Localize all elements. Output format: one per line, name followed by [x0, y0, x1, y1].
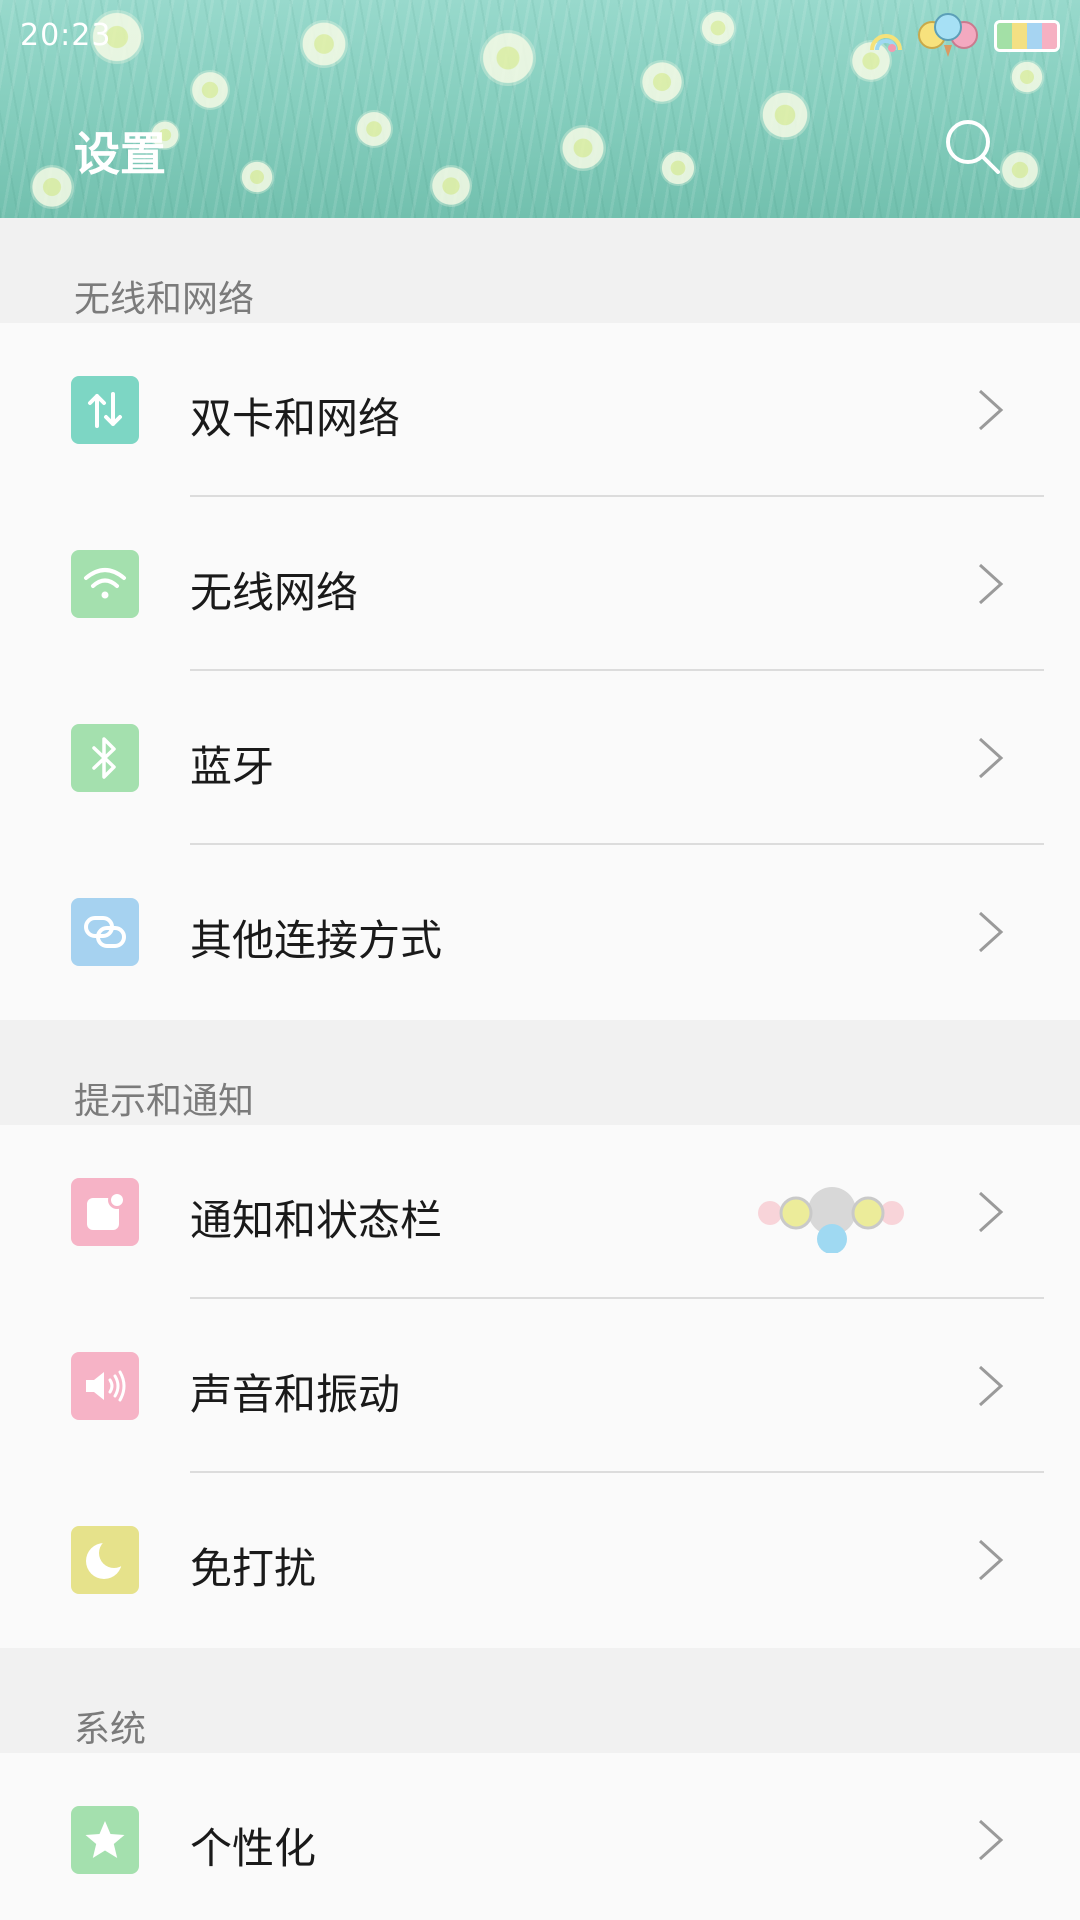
chevron-right-icon: [978, 1819, 1004, 1861]
setting-item-personalization[interactable]: 个性化: [0, 1753, 1080, 1920]
setting-item-do-not-disturb[interactable]: 免打扰: [0, 1473, 1080, 1648]
section-title: 提示和通知: [74, 1081, 255, 1122]
toggle-switch-icon[interactable]: [756, 1183, 906, 1253]
bluetooth-icon: [71, 724, 139, 792]
status-icons: [868, 13, 1060, 58]
balloon-icon: [918, 13, 978, 57]
search-icon[interactable]: [940, 114, 1004, 178]
section-title: 系统: [74, 1709, 147, 1750]
rainbow-icon: [870, 34, 902, 52]
status-time: 20:23: [20, 18, 112, 53]
link-icon: [71, 898, 139, 966]
moon-icon: [71, 1526, 139, 1594]
wifi-icon: [71, 550, 139, 618]
setting-item-notification-statusbar[interactable]: 通知和状态栏: [0, 1125, 1080, 1299]
chevron-right-icon: [978, 911, 1004, 953]
setting-label: 蓝牙: [190, 742, 275, 791]
sound-icon: [71, 1352, 139, 1420]
setting-label: 通知和状态栏: [190, 1196, 443, 1245]
chevron-right-icon: [978, 1191, 1004, 1233]
setting-label: 无线网络: [190, 568, 359, 617]
notification-icon: [71, 1178, 139, 1246]
chevron-right-icon: [978, 1365, 1004, 1407]
page-title: 设置: [74, 127, 166, 181]
chevron-right-icon: [978, 563, 1004, 605]
setting-item-dual-sim[interactable]: 双卡和网络: [0, 323, 1080, 497]
setting-label: 其他连接方式: [190, 916, 443, 965]
chevron-right-icon: [978, 389, 1004, 431]
battery-icon: [994, 20, 1060, 52]
section-title: 无线和网络: [74, 279, 255, 320]
setting-item-sound-vibration[interactable]: 声音和振动: [0, 1299, 1080, 1473]
setting-label: 声音和振动: [190, 1370, 401, 1419]
chevron-right-icon: [978, 737, 1004, 779]
section-header-notifications: 提示和通知: [0, 1020, 1080, 1125]
setting-label: 个性化: [190, 1824, 317, 1873]
setting-item-wifi[interactable]: 无线网络: [0, 497, 1080, 671]
section-header-system: 系统: [0, 1648, 1080, 1753]
star-icon: [71, 1806, 139, 1874]
dual-sim-icon: [71, 376, 139, 444]
setting-item-other-connections[interactable]: 其他连接方式: [0, 845, 1080, 1020]
section-header-wireless: 无线和网络: [0, 218, 1080, 323]
setting-label: 双卡和网络: [190, 394, 401, 443]
chevron-right-icon: [978, 1539, 1004, 1581]
app-header: 20:23 设置: [0, 0, 1080, 218]
setting-item-bluetooth[interactable]: 蓝牙: [0, 671, 1080, 845]
setting-label: 免打扰: [190, 1544, 317, 1593]
